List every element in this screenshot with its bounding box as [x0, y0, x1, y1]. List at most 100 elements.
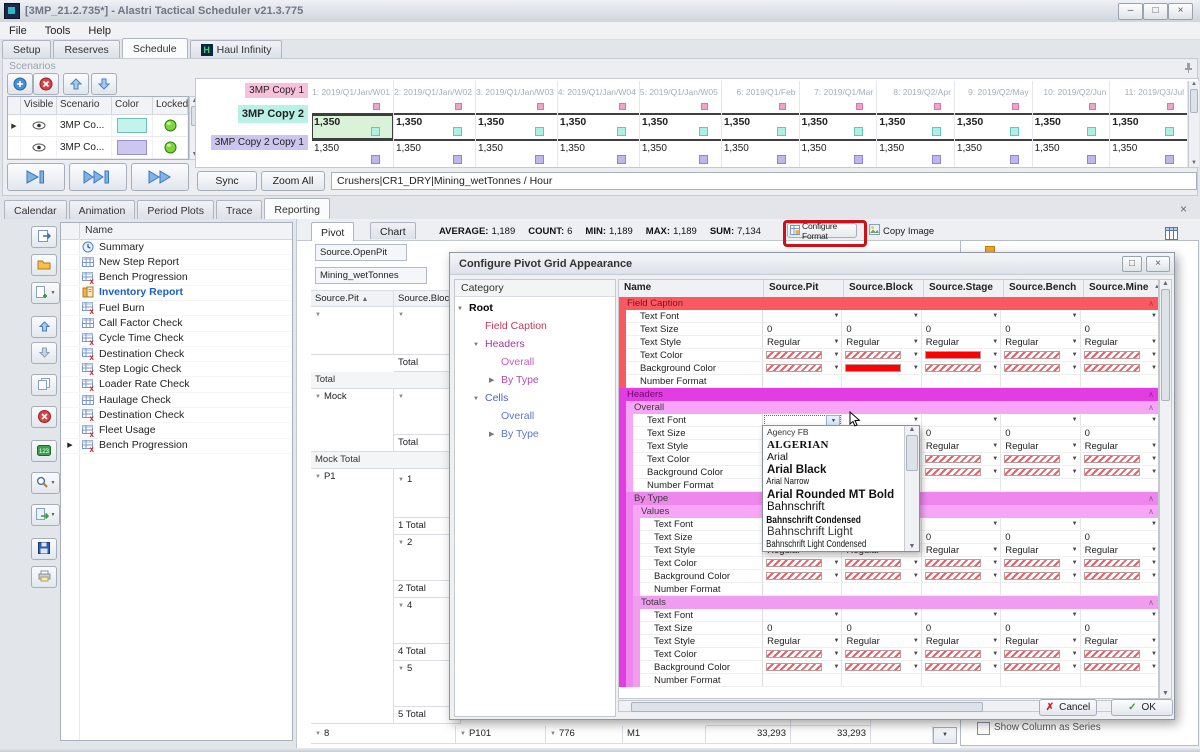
- scenario-row[interactable]: ▶3MP Co...: [8, 115, 188, 137]
- property-editor[interactable]: 0: [842, 323, 921, 336]
- property-editor[interactable]: 0: [763, 323, 842, 336]
- property-editor[interactable]: ▼: [922, 362, 1001, 375]
- move-up-button[interactable]: [31, 316, 57, 338]
- font-option-agency[interactable]: Agency FB: [763, 426, 905, 439]
- tab-setup[interactable]: Setup: [2, 40, 51, 58]
- property-editor[interactable]: ▼: [842, 570, 921, 583]
- tree-item-headers[interactable]: ▼Headers: [455, 335, 615, 353]
- property-editor[interactable]: 0: [922, 427, 1001, 440]
- font-dropdown-scrollbar[interactable]: ▲▼: [904, 426, 919, 551]
- period-header[interactable]: 1: 2019/Q1/Jan/W01: [312, 81, 393, 101]
- move-up-button[interactable]: [63, 73, 89, 95]
- timeline-cell-row1[interactable]: [722, 101, 799, 113]
- tab-schedule[interactable]: Schedule: [122, 38, 188, 58]
- property-editor[interactable]: [1001, 583, 1080, 596]
- tree-item-overall[interactable]: Overall: [455, 407, 615, 425]
- timeline-cell-row2[interactable]: 1,350: [955, 113, 1032, 141]
- property-editor[interactable]: 0: [1081, 531, 1159, 544]
- period-header[interactable]: 8: 2019/Q2/Apr: [877, 81, 954, 101]
- property-editor[interactable]: ▼: [842, 609, 921, 622]
- property-editor[interactable]: ▼: [1081, 648, 1159, 661]
- font-option-bahn-light[interactable]: Bahnschrift Light: [763, 526, 905, 539]
- property-editor[interactable]: [1081, 375, 1159, 388]
- property-editor[interactable]: ▼: [1081, 609, 1159, 622]
- property-editor[interactable]: ▼: [922, 453, 1001, 466]
- cancel-button[interactable]: ✗Cancel: [1039, 699, 1097, 716]
- report-item-destination-check[interactable]: xDestination Check: [61, 407, 292, 423]
- timeline-cell-row2[interactable]: 1,350: [640, 113, 721, 141]
- filter-chip-openpit[interactable]: Source.OpenPit: [315, 244, 407, 261]
- report-item-fleet-usage[interactable]: xFleet Usage: [61, 423, 292, 439]
- property-editor[interactable]: ▼: [763, 648, 842, 661]
- property-editor[interactable]: ▼: [922, 570, 1001, 583]
- timeline-cell-row3[interactable]: 1,350: [800, 141, 877, 169]
- pivot-bottom-value[interactable]: 33,293: [791, 726, 871, 744]
- timeline-cell-row2[interactable]: 1,350: [800, 113, 877, 141]
- property-editor[interactable]: 0: [1001, 427, 1080, 440]
- property-editor[interactable]: [842, 583, 921, 596]
- font-option-bahn[interactable]: Bahnschrift: [763, 501, 905, 514]
- pivot-filter-cell[interactable]: ▼: [311, 307, 394, 355]
- tree-item-field-caption[interactable]: Field Caption: [455, 317, 615, 335]
- property-editor[interactable]: Regular▼: [842, 635, 921, 648]
- property-editor[interactable]: ▼: [922, 466, 1001, 479]
- timeline-cell-row3[interactable]: 1,350: [1110, 141, 1187, 169]
- period-header[interactable]: 9: 2019/Q2/May: [955, 81, 1032, 101]
- timeline-cell-row3[interactable]: 1,350: [476, 141, 557, 169]
- period-header[interactable]: 2: 2019/Q1/Jan/W02: [394, 81, 475, 101]
- timeline-cell-row2[interactable]: 1,350: [1110, 113, 1187, 141]
- report-item-step-logic-check[interactable]: xStep Logic Check: [61, 361, 292, 377]
- timeline-scrollbar[interactable]: ▲▼: [1188, 81, 1199, 167]
- visible-eye-icon[interactable]: [21, 137, 57, 158]
- move-down-button[interactable]: [31, 342, 57, 364]
- pivot-bottom-value[interactable]: 33,293: [706, 726, 791, 744]
- property-editor[interactable]: [1001, 375, 1080, 388]
- property-editor[interactable]: Regular▼: [1081, 635, 1159, 648]
- property-editor[interactable]: 0: [763, 622, 842, 635]
- scenario-color-swatch[interactable]: [112, 115, 153, 136]
- property-editor[interactable]: ▼: [763, 310, 842, 323]
- find-button[interactable]: ▼: [31, 472, 60, 494]
- pivot-tab-chart[interactable]: Chart: [370, 222, 416, 239]
- property-editor[interactable]: [922, 674, 1001, 687]
- view-tab-trace[interactable]: Trace: [216, 200, 262, 219]
- property-editor[interactable]: Regular▼: [922, 440, 1001, 453]
- timeline-cell-row3[interactable]: 1,350: [558, 141, 639, 169]
- timeline-cell-row1[interactable]: [312, 101, 393, 113]
- timeline-cell-row3[interactable]: 1,350: [640, 141, 721, 169]
- pivot-group-mock[interactable]: ▼Mock: [311, 389, 394, 452]
- property-editor[interactable]: Regular▼: [1001, 336, 1080, 349]
- report-item-haulage-check[interactable]: Haulage Check: [61, 392, 292, 408]
- property-editor[interactable]: Regular▼: [763, 635, 842, 648]
- report-item-new-step-report[interactable]: New Step Report: [61, 254, 292, 270]
- property-editor[interactable]: Regular▼: [922, 336, 1001, 349]
- property-editor[interactable]: ▼: [842, 557, 921, 570]
- export-report-button[interactable]: ▼: [31, 504, 60, 526]
- delete-button[interactable]: [31, 406, 57, 428]
- property-editor[interactable]: 0: [1081, 323, 1159, 336]
- property-editor[interactable]: ▼: [1081, 349, 1159, 362]
- property-editor[interactable]: ▼: [1081, 453, 1159, 466]
- property-editor[interactable]: [1081, 674, 1159, 687]
- new-report-button[interactable]: ▼: [31, 282, 60, 304]
- property-editor[interactable]: Regular▼: [1001, 544, 1080, 557]
- timeline-cell-row3[interactable]: 1,350: [955, 141, 1032, 169]
- property-editor[interactable]: [922, 375, 1001, 388]
- view-tab-animation[interactable]: Animation: [69, 200, 136, 219]
- report-item-fuel-burn[interactable]: xFuel Burn: [61, 300, 292, 316]
- duplicate-button[interactable]: [31, 374, 57, 396]
- dialog-maximize-button[interactable]: □: [1122, 256, 1142, 272]
- timeline-cell-row1[interactable]: [1033, 101, 1110, 113]
- section-band-ov[interactable]: Overall∧: [626, 401, 1159, 414]
- fast-forward-button[interactable]: [131, 163, 189, 191]
- scenario-col-Locked[interactable]: Locked: [153, 97, 188, 114]
- property-editor[interactable]: ▼: [763, 609, 842, 622]
- property-editor[interactable]: Regular▼: [922, 544, 1001, 557]
- run-to-end-button[interactable]: [69, 163, 127, 191]
- timeline-cell-row1[interactable]: [955, 101, 1032, 113]
- property-editor[interactable]: [1001, 674, 1080, 687]
- font-option-arial-black[interactable]: Arial Black: [763, 464, 905, 477]
- copy-image-button[interactable]: Copy Image: [869, 224, 934, 238]
- property-editor[interactable]: 0: [1081, 427, 1159, 440]
- dialog-close-button[interactable]: ×: [1146, 256, 1170, 272]
